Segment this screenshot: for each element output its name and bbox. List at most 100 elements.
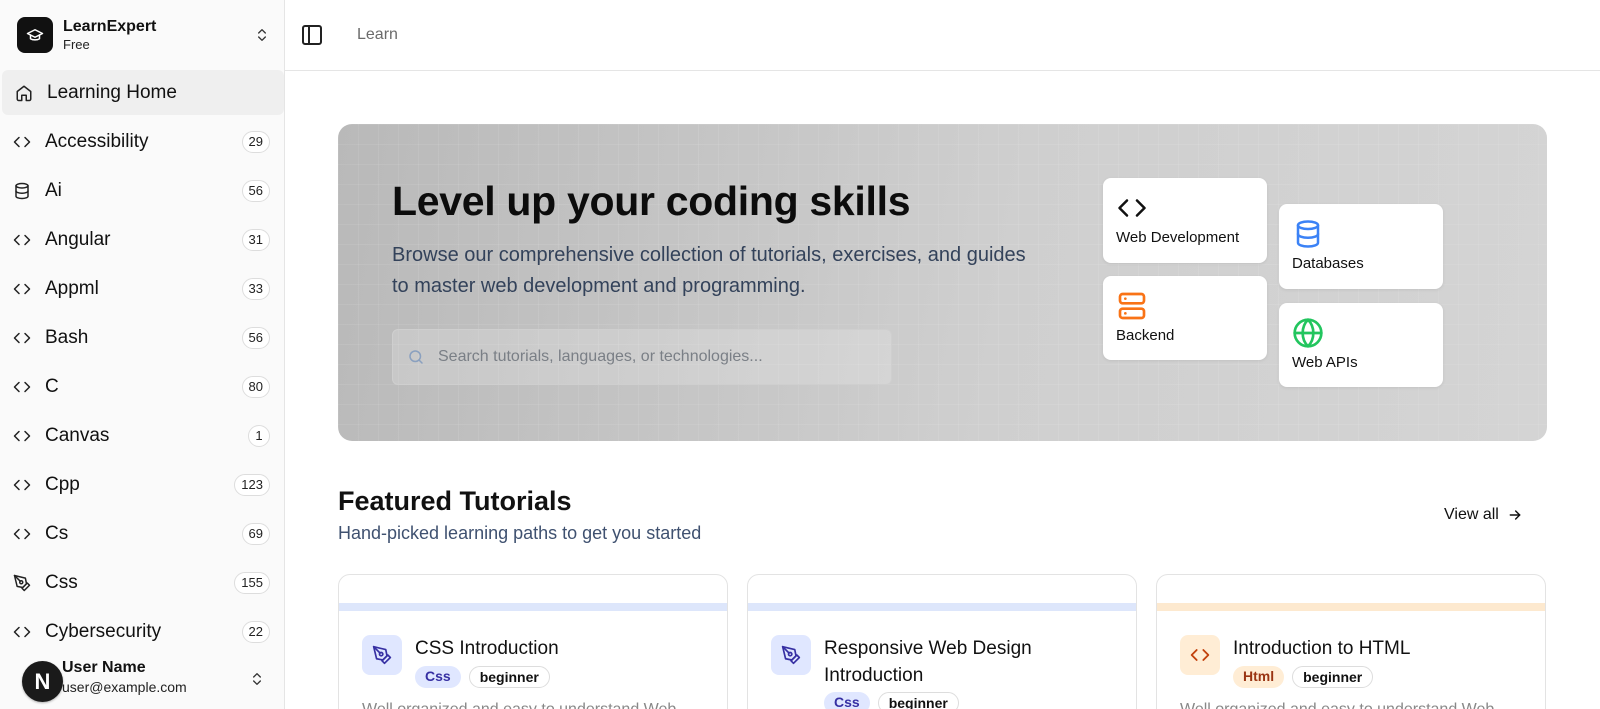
breadcrumb[interactable]: Learn xyxy=(357,26,398,44)
card-accent-band xyxy=(748,603,1136,611)
avatar: N xyxy=(22,661,63,702)
category-label: Web Development xyxy=(1116,229,1240,246)
card-accent-band xyxy=(1157,603,1545,611)
pen-tool-icon xyxy=(362,635,402,675)
code-icon xyxy=(13,231,31,249)
card-title: CSS Introduction xyxy=(415,638,559,659)
user-menu[interactable]: N User Name user@example.com xyxy=(0,647,284,709)
count-badge: 22 xyxy=(241,621,270,643)
tutorial-card[interactable]: Responsive Web Design Introduction Css b… xyxy=(747,574,1137,709)
code-icon xyxy=(13,623,31,641)
code-icon xyxy=(1180,635,1220,675)
count-badge: 69 xyxy=(241,523,270,545)
search-box xyxy=(392,329,892,385)
code-icon xyxy=(13,378,31,396)
sidebar-item-label: Canvas xyxy=(45,424,110,446)
language-tag: Html xyxy=(1233,666,1285,688)
server-icon xyxy=(1116,290,1148,322)
category-label: Backend xyxy=(1116,327,1175,344)
card-description: Well organized and easy to understand We… xyxy=(362,701,676,709)
view-all-label: View all xyxy=(1444,506,1499,523)
sidebar-item-label: Learning Home xyxy=(47,81,177,103)
brand-plan: Free xyxy=(63,37,90,52)
sidebar-item-label: C xyxy=(45,375,59,397)
user-name: User Name xyxy=(62,659,146,676)
chevrons-up-down-icon xyxy=(247,669,267,689)
sidebar-item-learning-home[interactable]: Learning Home xyxy=(2,70,284,115)
sidebar-item-label: Bash xyxy=(45,326,89,348)
tutorial-card[interactable]: Introduction to HTML Html beginner Well … xyxy=(1156,574,1546,709)
code-icon xyxy=(13,476,31,494)
card-description: Well organized and easy to understand We… xyxy=(1180,701,1494,709)
workspace-switcher[interactable]: LearnExpert Free xyxy=(17,16,272,54)
section-subtitle: Hand-picked learning paths to get you st… xyxy=(338,523,702,543)
section-title: Featured Tutorials xyxy=(338,486,572,516)
topbar: Learn xyxy=(285,0,1600,71)
sidebar-item-label: Angular xyxy=(45,228,111,250)
category-databases[interactable]: Databases xyxy=(1279,204,1443,289)
card-accent-band xyxy=(339,603,727,611)
sidebar-item-label: Ai xyxy=(45,179,62,201)
search-icon xyxy=(406,347,426,367)
count-badge: 80 xyxy=(241,376,270,398)
hero-subtitle: Browse our comprehensive collection of t… xyxy=(392,244,1026,297)
level-tag: beginner xyxy=(1292,666,1374,688)
level-tag: beginner xyxy=(468,666,550,688)
home-icon xyxy=(15,84,33,102)
card-title: Introduction to HTML xyxy=(1233,638,1411,659)
globe-icon xyxy=(1292,317,1324,349)
category-backend[interactable]: Backend xyxy=(1103,276,1267,360)
sidebar-item-accessibility[interactable]: Accessibility 29 xyxy=(0,119,284,164)
sidebar-item-cpp[interactable]: Cpp 123 xyxy=(0,462,284,507)
code-icon xyxy=(13,427,31,445)
category-label: Databases xyxy=(1292,255,1364,272)
pen-tool-icon xyxy=(13,574,31,592)
sidebar-item-c[interactable]: C 80 xyxy=(0,364,284,409)
count-badge: 29 xyxy=(241,131,270,153)
category-web-development[interactable]: Web Development xyxy=(1103,178,1267,263)
database-icon xyxy=(1292,218,1324,250)
count-badge: 123 xyxy=(234,474,270,496)
card-title: Responsive Web Design Introduction xyxy=(824,638,1032,686)
sidebar-item-label: Cybersecurity xyxy=(45,620,162,642)
count-badge: 31 xyxy=(241,229,270,251)
hero-title: Level up your coding skills xyxy=(392,178,911,224)
sidebar-item-appml[interactable]: Appml 33 xyxy=(0,266,284,311)
sidebar-nav: Learning Home Accessibility 29 Ai 56 Angular 3… xyxy=(0,70,284,658)
sidebar-item-label: Appml xyxy=(45,277,99,299)
sidebar-item-label: Cs xyxy=(45,522,69,544)
view-all-link[interactable]: View all xyxy=(1444,506,1523,524)
sidebar-item-label: Accessibility xyxy=(45,130,149,152)
count-badge: 56 xyxy=(241,180,270,202)
count-badge: 33 xyxy=(241,278,270,300)
sidebar: LearnExpert Free Learning Home Accessibil… xyxy=(0,0,285,709)
arrow-right-icon xyxy=(1507,507,1523,523)
language-tag: Css xyxy=(415,666,461,688)
user-email: user@example.com xyxy=(62,679,187,695)
count-badge: 1 xyxy=(248,425,270,447)
sidebar-item-label: Cpp xyxy=(45,473,80,495)
database-icon xyxy=(13,182,31,200)
sidebar-item-cs[interactable]: Cs 69 xyxy=(0,511,284,556)
language-tag: Css xyxy=(824,692,870,709)
tutorial-card[interactable]: CSS Introduction Css beginner Well organ… xyxy=(338,574,728,709)
code-icon xyxy=(13,133,31,151)
sidebar-item-label: Css xyxy=(45,571,78,593)
sidebar-toggle-icon[interactable] xyxy=(300,23,324,47)
sidebar-item-angular[interactable]: Angular 31 xyxy=(0,217,284,262)
sidebar-item-bash[interactable]: Bash 56 xyxy=(0,315,284,360)
sidebar-item-ai[interactable]: Ai 56 xyxy=(0,168,284,213)
hero-banner: Level up your coding skills Browse our c… xyxy=(338,124,1547,441)
chevrons-up-down-icon xyxy=(252,25,272,45)
code-icon xyxy=(13,280,31,298)
category-web-apis[interactable]: Web APIs xyxy=(1279,303,1443,387)
level-tag: beginner xyxy=(877,692,959,709)
pen-tool-icon xyxy=(771,635,811,675)
sidebar-item-css[interactable]: Css 155 xyxy=(0,560,284,605)
count-badge: 56 xyxy=(241,327,270,349)
code-icon xyxy=(13,525,31,543)
count-badge: 155 xyxy=(234,572,270,594)
sidebar-item-canvas[interactable]: Canvas 1 xyxy=(0,413,284,458)
code-icon xyxy=(13,329,31,347)
search-input[interactable] xyxy=(438,337,891,377)
